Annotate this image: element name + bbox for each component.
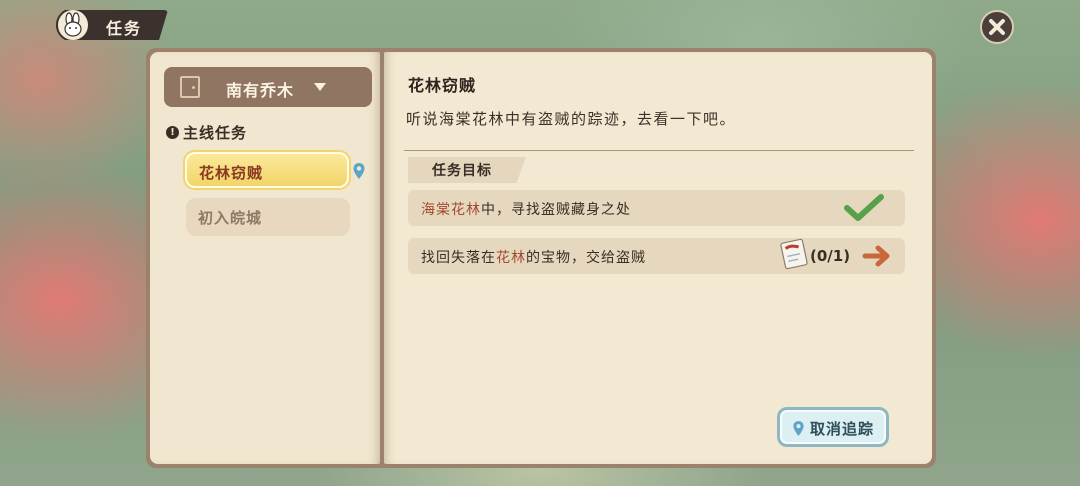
objective-row: 海棠花林中，寻找盗贼藏身之处: [408, 190, 905, 226]
location-pin-icon: [793, 421, 804, 436]
door-icon: [180, 76, 200, 98]
close-button[interactable]: [980, 10, 1014, 44]
quest-list-page: [150, 52, 380, 464]
quest-item-label: 初入皖城: [198, 209, 263, 227]
bunny-icon: [56, 10, 90, 40]
objective-progress: (0/1): [810, 247, 851, 265]
caret-down-icon: [314, 83, 326, 91]
objective-row: 找回失落在花林的宝物，交给盗贼 (0/1): [408, 238, 905, 274]
objective-text-prefix: 找回失落在: [421, 250, 496, 266]
objective-highlight: 花林: [496, 250, 526, 266]
location-pin-icon: [353, 163, 365, 179]
checkmark-icon: [844, 194, 884, 221]
arrow-right-icon[interactable]: [862, 245, 892, 267]
objectives-label: 任务目标: [432, 163, 492, 179]
close-icon: [989, 19, 1005, 35]
quest-item[interactable]: 初入皖城: [186, 198, 350, 236]
objectives-header: 任务目标: [408, 157, 526, 183]
objective-highlight: 海棠花林: [421, 202, 481, 218]
quest-title: 花林窃贼: [408, 76, 477, 95]
objective-text-suffix: 的宝物，交给盗贼: [526, 250, 646, 266]
main-quest-section: ! 主线任务: [166, 122, 247, 143]
area-dropdown-label: 南有乔木: [226, 81, 295, 100]
header-tag: 任务: [56, 10, 168, 40]
divider: [404, 150, 914, 151]
scroll-icon: [780, 238, 808, 270]
objective-text: 海棠花林中，寻找盗贼藏身之处: [421, 199, 631, 219]
quest-description: 听说海棠花林中有盗贼的踪迹，去看一下吧。: [406, 110, 737, 128]
quest-item-selected[interactable]: 花林窃贼: [185, 152, 349, 188]
exclamation-icon: !: [166, 126, 179, 139]
objective-text-rest: 中，寻找盗贼藏身之处: [481, 202, 631, 218]
objective-text: 找回失落在花林的宝物，交给盗贼: [421, 247, 646, 267]
page-title: 任务: [106, 19, 143, 38]
untrack-button[interactable]: 取消追踪: [777, 407, 889, 447]
section-title: 主线任务: [183, 124, 248, 142]
area-dropdown[interactable]: 南有乔木: [164, 67, 372, 107]
quest-item-label: 花林窃贼: [199, 164, 264, 182]
untrack-label: 取消追踪: [810, 420, 875, 438]
